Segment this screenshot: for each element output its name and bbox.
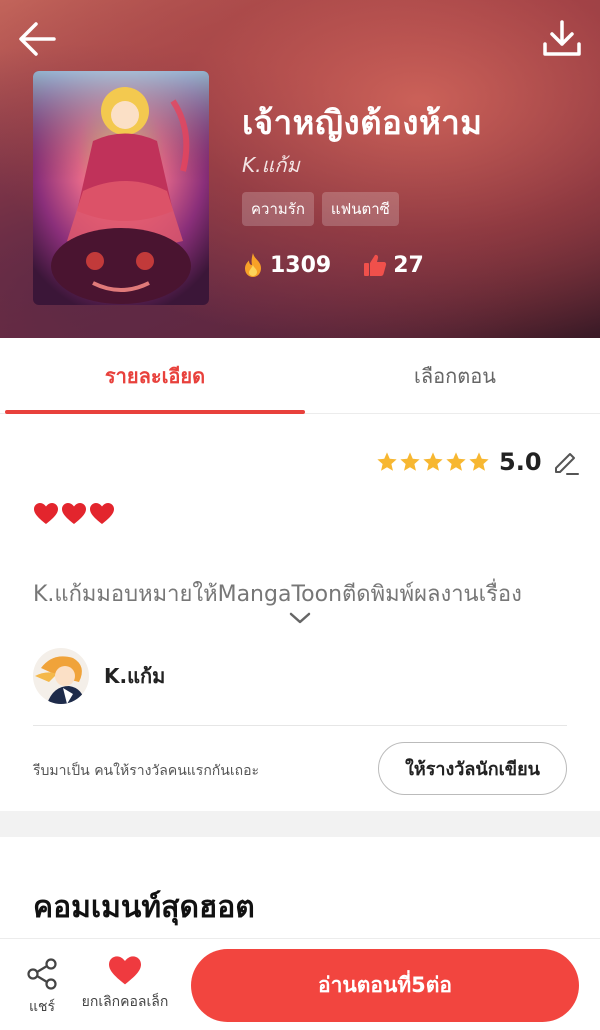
star-icon	[469, 452, 489, 471]
star-icon	[446, 452, 466, 471]
heart-icon	[90, 503, 114, 524]
tab-episodes[interactable]: เลือกตอน	[305, 338, 600, 414]
book-stats: 1309 27	[242, 252, 424, 278]
bottom-action-bar: แชร์ ยกเลิกคอลเล็ก อ่านตอนที่5ต่อ	[0, 938, 600, 1030]
star-icon	[400, 452, 420, 471]
share-label: แชร์	[28, 999, 56, 1015]
likes-count: 27	[393, 252, 424, 278]
book-description: K.แก้มมอบหมายให้MangaToonตีดพิมพ์ผลงานเร…	[33, 582, 522, 607]
heart-icon	[34, 503, 58, 524]
star-rating	[376, 451, 490, 473]
thumbs-up-icon	[364, 254, 387, 276]
genre-tags: ความรัก แฟนตาซี	[242, 192, 399, 226]
author-avatar[interactable]	[33, 648, 89, 704]
fire-icon	[245, 253, 261, 277]
share-icon	[27, 958, 57, 990]
author-profile-row[interactable]: K.แก้ม	[33, 648, 165, 704]
share-button[interactable]: แชร์	[14, 957, 70, 1018]
section-separator	[0, 811, 600, 837]
tab-details[interactable]: รายละเอียด	[5, 338, 305, 414]
author-name[interactable]: K.แก้ม	[104, 660, 165, 692]
active-tab-indicator	[5, 410, 305, 414]
reward-prompt: รีบมาเป็น คนให้รางวัลคนแรกกันเถอะ	[33, 763, 260, 779]
continue-reading-button[interactable]: อ่านตอนที่5ต่อ	[191, 949, 579, 1022]
favorite-label: ยกเลิกคอลเล็ก	[81, 994, 169, 1010]
book-title: เจ้าหญิงต้องห้าม	[242, 103, 483, 142]
chevron-down-icon[interactable]	[287, 608, 313, 628]
star-icon	[423, 452, 443, 471]
heart-icon	[62, 503, 86, 524]
back-arrow-icon[interactable]	[16, 18, 58, 60]
tag-fantasy[interactable]: แฟนตาซี	[321, 192, 399, 226]
hot-comments-title: คอมเมนท์สุดฮอต	[33, 890, 255, 925]
tag-romance[interactable]: ความรัก	[242, 192, 314, 226]
views-stat: 1309	[242, 252, 331, 278]
book-cover-image[interactable]	[33, 71, 209, 305]
heart-emojis	[33, 502, 115, 526]
views-count: 1309	[270, 252, 332, 278]
likes-stat: 27	[363, 253, 424, 278]
download-icon[interactable]	[540, 18, 584, 60]
star-icon	[377, 452, 397, 471]
book-author[interactable]: K.แก้ม	[242, 149, 300, 181]
rating-value: 5.0	[499, 448, 542, 476]
edit-pencil-icon[interactable]	[552, 448, 580, 476]
heart-icon	[109, 956, 141, 985]
reward-author-button[interactable]: ให้รางวัลนักเขียน	[378, 742, 567, 795]
tab-bar: รายละเอียด เลือกตอน	[0, 338, 600, 414]
favorite-button[interactable]: ยกเลิกคอลเล็ก	[74, 955, 176, 1013]
divider	[33, 725, 567, 726]
book-header: เจ้าหญิงต้องห้าม K.แก้ม ความรัก แฟนตาซี …	[0, 0, 600, 338]
rating-row: 5.0	[376, 448, 580, 476]
